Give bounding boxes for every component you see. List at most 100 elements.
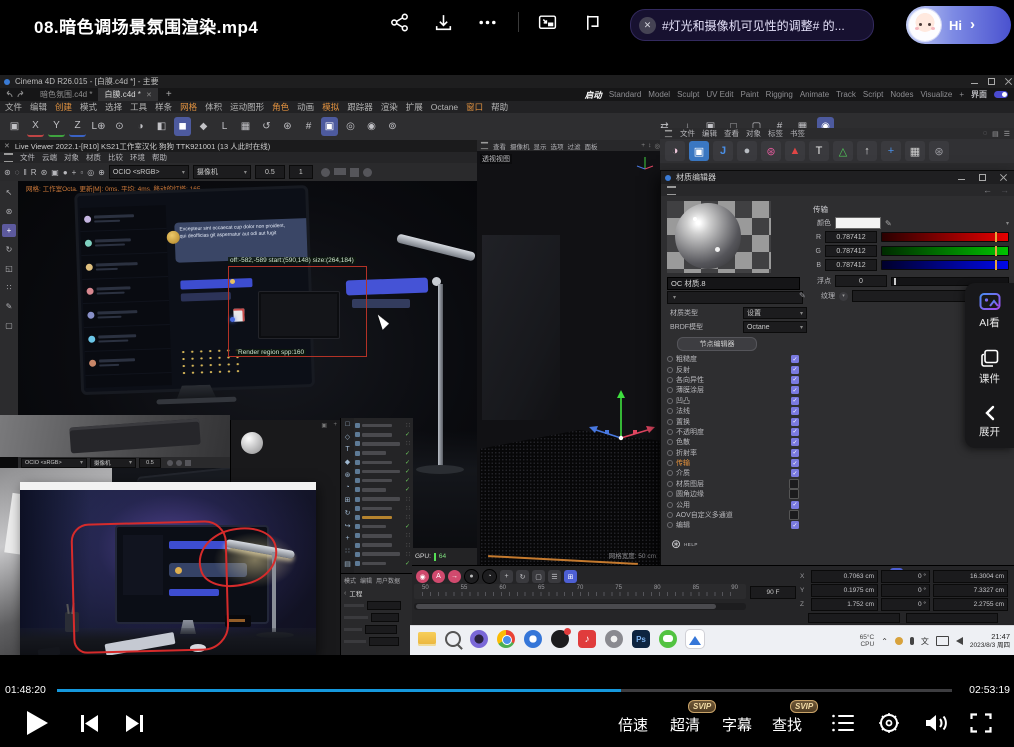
timeline-icon[interactable]: ▢ — [532, 570, 545, 583]
layout-tab[interactable]: + — [959, 90, 964, 99]
menu-item[interactable]: 模拟 — [322, 101, 339, 113]
channel-checkbox[interactable] — [791, 418, 799, 426]
tool-icon[interactable]: ◱ — [2, 262, 16, 275]
scrollbar-thumb[interactable] — [416, 604, 716, 609]
object-tool-icon[interactable]: ⊛ — [345, 471, 351, 479]
channel-value-field[interactable]: 0.787412 — [825, 259, 877, 271]
undo-icon[interactable] — [4, 90, 14, 99]
toolbar-icon[interactable]: X — [27, 116, 44, 137]
play-button[interactable] — [24, 709, 51, 737]
om-icon[interactable]: ▤ — [992, 130, 999, 138]
om-menu-item[interactable]: 标签 — [768, 128, 783, 139]
timeline-icon[interactable]: ⊞ — [564, 570, 577, 583]
object-row[interactable] — [355, 458, 412, 467]
brdf-dropdown[interactable]: Octane — [743, 321, 807, 333]
subtitle-button[interactable]: 字幕 — [722, 714, 752, 735]
create-object-icon[interactable]: ⊛ — [929, 141, 949, 161]
speed-button[interactable]: 倍速 — [618, 714, 648, 735]
size-field[interactable]: 16.3004 cm — [933, 570, 1008, 583]
position-field[interactable]: 0.1975 cm — [811, 584, 878, 597]
color-swatch[interactable] — [835, 217, 881, 229]
size-field[interactable]: 7.3327 cm — [933, 584, 1008, 597]
volume-icon[interactable] — [956, 637, 963, 645]
frame-field[interactable]: 90 F — [750, 586, 796, 599]
layout-tab[interactable]: UV Edit — [706, 90, 733, 99]
attribute-tab[interactable]: 模式 — [344, 576, 356, 585]
menu-item[interactable]: 动画 — [297, 101, 314, 113]
channel-checkbox[interactable] — [791, 469, 799, 477]
find-button[interactable]: 查找 — [772, 714, 802, 735]
tool-icon[interactable]: ↻ — [2, 243, 16, 256]
attribute-tab[interactable]: 用户数据 — [376, 576, 400, 585]
layout-current[interactable]: 启动 — [585, 89, 602, 101]
object-tool-icon[interactable]: ∷ — [345, 547, 349, 555]
clock-time[interactable]: 21:47 — [970, 632, 1010, 641]
settings-icon[interactable] — [605, 630, 623, 648]
picker-icon[interactable]: ✎ — [885, 219, 892, 228]
search-icon[interactable] — [445, 631, 461, 647]
tool-icon[interactable]: ▢ — [2, 319, 16, 332]
lv-toolbar-icon[interactable]: R — [31, 168, 37, 177]
tool-icon[interactable]: ∷ — [2, 281, 16, 294]
fullscreen-icon[interactable] — [970, 713, 992, 733]
viewport-menu-item[interactable]: 显示 — [534, 141, 547, 151]
object-row[interactable] — [355, 559, 412, 568]
explorer-icon[interactable] — [418, 632, 436, 646]
create-object-icon[interactable]: ▲ — [785, 141, 805, 161]
menu-item[interactable]: 帮助 — [491, 101, 508, 113]
back-arrow-icon[interactable]: ← — [983, 185, 992, 195]
material-channel-row[interactable]: AOV自定义多通道 — [667, 510, 799, 520]
timeline-scrollbar[interactable] — [414, 603, 746, 610]
channel-checkbox[interactable] — [789, 489, 799, 499]
object-tool-icon[interactable]: ▤ — [344, 560, 351, 568]
music-app-icon[interactable]: ♪ — [578, 630, 596, 648]
om-icon[interactable]: ☰ — [1004, 130, 1010, 138]
previous-button[interactable] — [80, 715, 100, 732]
toolbar-icon[interactable]: ◑ — [132, 117, 149, 136]
download-icon[interactable] — [430, 9, 456, 35]
menu-item[interactable]: 渲染 — [381, 101, 398, 113]
channel-checkbox[interactable] — [791, 407, 799, 415]
doc-tab-inactive[interactable]: 暗色氛围.c4d * — [34, 88, 98, 101]
viewport-icon[interactable]: + — [641, 142, 645, 149]
field-value[interactable] — [367, 601, 401, 610]
object-tool-icon[interactable]: ↪ — [345, 522, 351, 530]
toolbar-icon[interactable]: ⊙ — [111, 117, 128, 136]
tool-icon[interactable]: ⊛ — [2, 205, 16, 218]
app-icon-purple[interactable] — [470, 630, 488, 648]
collapse-icon[interactable]: ▾ — [1006, 220, 1009, 227]
toolbar-icon[interactable]: ▦ — [237, 117, 254, 136]
om-menu-item[interactable]: 文件 — [680, 128, 695, 139]
channel-value-field[interactable]: 0.787412 — [825, 245, 877, 257]
material-channel-row[interactable]: 置换 — [667, 416, 799, 426]
layout-tab[interactable]: Rigging — [766, 90, 793, 99]
create-object-icon[interactable]: T — [809, 141, 829, 161]
material-channel-row[interactable]: 材质图层 — [667, 479, 799, 489]
progress-track[interactable] — [57, 689, 952, 692]
layout-tab[interactable]: Animate — [800, 90, 829, 99]
object-tool-icon[interactable]: ◔ — [345, 484, 349, 491]
material-channel-row[interactable]: 传输 — [667, 458, 799, 468]
tool-icon[interactable]: ↖ — [2, 186, 16, 199]
layout-tab[interactable]: Script — [863, 90, 883, 99]
expand-button[interactable]: 展开 — [979, 405, 1000, 439]
object-tool-icon[interactable]: ↻ — [345, 509, 351, 517]
c4d-app-icon[interactable] — [524, 630, 542, 648]
lv-menu-item[interactable]: 文件 — [20, 152, 35, 163]
interface-toggle[interactable] — [994, 91, 1008, 98]
layout-tab[interactable]: Sculpt — [677, 90, 699, 99]
material-channel-row[interactable]: 折射率 — [667, 448, 799, 458]
toolbar-icon[interactable]: ◼ — [174, 117, 191, 136]
material-channel-row[interactable]: 色散 — [667, 437, 799, 447]
hamburger-icon[interactable] — [667, 186, 676, 195]
channel-value-field[interactable]: 0.787412 — [825, 231, 877, 243]
toolbar-icon[interactable]: ◧ — [153, 117, 170, 136]
material-channel-row[interactable]: 介质 — [667, 468, 799, 478]
create-object-icon[interactable]: J — [713, 141, 733, 161]
timeline-icon[interactable]: ◔ — [482, 569, 497, 584]
exposure-field[interactable]: 0.5 — [255, 165, 285, 179]
share-icon[interactable] — [386, 9, 412, 35]
material-channel-row[interactable]: 凹凸 — [667, 396, 799, 406]
field-value[interactable] — [369, 637, 399, 646]
lv-menu-item[interactable]: 帮助 — [152, 152, 167, 163]
